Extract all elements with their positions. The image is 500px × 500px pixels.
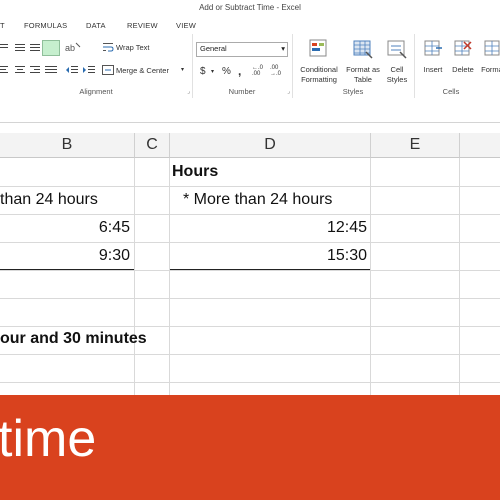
align-right-icon[interactable] xyxy=(29,65,41,75)
cell-styles-label-2: Styles xyxy=(386,75,408,84)
alignment-group-label: Alignment xyxy=(79,87,113,96)
gridline xyxy=(0,270,500,271)
title-bar: Add or Subtract Time - Excel xyxy=(0,0,500,18)
format-button[interactable]: Format xyxy=(478,38,500,75)
gridline xyxy=(169,158,170,398)
merge-dropdown-icon[interactable]: ▾ xyxy=(181,66,184,73)
svg-text:ab: ab xyxy=(65,43,75,53)
title-banner: time xyxy=(0,395,500,500)
gridline xyxy=(134,158,135,398)
cell-styles-button[interactable]: Cell Styles xyxy=(382,38,412,85)
insert-icon xyxy=(424,40,442,56)
conditional-formatting-label-2: Formatting xyxy=(301,75,337,84)
increase-decimal-button[interactable]: ←.0 .00 xyxy=(252,65,266,77)
merge-center-icon xyxy=(102,65,114,75)
currency-button[interactable]: $ xyxy=(200,66,206,77)
format-as-table-icon xyxy=(353,40,373,59)
chevron-down-icon: ▾ xyxy=(281,44,285,53)
banner-text: time xyxy=(0,410,97,468)
tab-view[interactable]: VIEW xyxy=(176,21,196,30)
align-bottom-selected-icon[interactable] xyxy=(42,40,60,56)
gridline xyxy=(0,242,500,243)
number-format-dropdown[interactable]: General ▾ xyxy=(196,42,288,57)
cell-styles-icon xyxy=(387,40,407,59)
conditional-formatting-label-1: Conditional xyxy=(300,65,338,74)
alignment-group: ab Wrap Text Merge & Center ▾ Alignment … xyxy=(0,34,193,98)
percent-button[interactable]: % xyxy=(222,66,231,77)
tab-layout[interactable]: T xyxy=(0,21,5,30)
align-justify-icon[interactable] xyxy=(44,65,58,75)
number-format-value: General xyxy=(200,44,227,53)
ribbon-tabs: T FORMULAS DATA REVIEW VIEW xyxy=(0,18,500,34)
cell-b-hour-minutes[interactable]: our and 30 minutes xyxy=(0,330,147,348)
format-label: Format xyxy=(481,65,500,74)
align-left-icon[interactable] xyxy=(0,65,10,75)
window-title: Add or Subtract Time - Excel xyxy=(199,3,301,12)
gridline xyxy=(0,186,500,187)
cell-b-time-1[interactable]: 6:45 xyxy=(0,219,130,237)
align-bottom-icon[interactable] xyxy=(29,42,41,52)
styles-group-label: Styles xyxy=(342,87,364,96)
merge-center-button[interactable]: Merge & Center xyxy=(116,66,169,75)
decrease-decimal-button[interactable]: .00 →.0 xyxy=(270,65,284,77)
column-header-e[interactable]: E xyxy=(371,133,460,158)
cell-d-note[interactable]: * More than 24 hours xyxy=(183,191,332,209)
number-dialog-launcher-icon[interactable]: ⌟ xyxy=(287,88,290,95)
number-group-label: Number xyxy=(228,87,256,96)
conditional-formatting-icon xyxy=(309,39,327,57)
decrease-indent-icon[interactable] xyxy=(65,65,79,75)
cell-border-bottom xyxy=(170,269,370,270)
gridline xyxy=(0,298,500,299)
column-header-f[interactable] xyxy=(460,133,500,158)
ribbon: ab Wrap Text Merge & Center ▾ Alignment … xyxy=(0,34,500,99)
gridline xyxy=(0,326,500,327)
cell-d-time-2[interactable]: 15:30 xyxy=(170,247,367,265)
delete-icon xyxy=(454,40,472,56)
tab-formulas[interactable]: FORMULAS xyxy=(24,21,67,30)
tab-data[interactable]: DATA xyxy=(86,21,106,30)
tab-review[interactable]: REVIEW xyxy=(127,21,158,30)
gridline xyxy=(370,158,371,398)
insert-button[interactable]: Insert xyxy=(418,38,448,75)
delete-button[interactable]: Delete xyxy=(448,38,478,75)
cell-b-time-2[interactable]: 9:30 xyxy=(0,247,130,265)
cells-group-label: Cells xyxy=(442,87,460,96)
format-as-table-label-2: Table xyxy=(354,75,372,84)
cell-border-bottom xyxy=(0,269,134,270)
format-as-table-button[interactable]: Format as Table xyxy=(344,38,382,85)
increase-indent-icon[interactable] xyxy=(82,65,96,75)
align-middle-icon[interactable] xyxy=(14,42,26,52)
wrap-text-button[interactable]: Wrap Text xyxy=(116,43,150,52)
column-header-b[interactable]: B xyxy=(0,133,135,158)
column-header-d[interactable]: D xyxy=(170,133,371,158)
orientation-icon[interactable]: ab xyxy=(65,41,81,53)
cell-b-note[interactable]: than 24 hours xyxy=(0,191,98,209)
cells-group: Insert Delete Format Cells xyxy=(414,34,500,98)
align-center-icon[interactable] xyxy=(14,65,26,75)
worksheet-grid: B C D E Hours than 24 hours * More than … xyxy=(0,123,500,423)
styles-group: Conditional Formatting Format as Table C… xyxy=(292,34,415,98)
number-group: General ▾ $ ▾ % , ←.0 .00 .00 →.0 Number… xyxy=(192,34,293,98)
cell-d-time-1[interactable]: 12:45 xyxy=(170,219,367,237)
comma-button[interactable]: , xyxy=(238,64,241,78)
column-header-c[interactable]: C xyxy=(135,133,170,158)
gridline xyxy=(0,382,500,383)
format-icon xyxy=(484,40,500,56)
format-as-table-label-1: Format as xyxy=(346,65,380,74)
formula-bar[interactable] xyxy=(0,98,500,123)
gridline xyxy=(459,158,460,398)
wrap-text-icon xyxy=(103,43,114,52)
gridline xyxy=(0,354,500,355)
insert-label: Insert xyxy=(423,65,443,74)
cell-d-hours-heading[interactable]: Hours xyxy=(172,163,218,181)
cell-styles-label-1: Cell xyxy=(390,65,404,74)
conditional-formatting-button[interactable]: Conditional Formatting xyxy=(294,38,344,85)
align-top-icon[interactable] xyxy=(0,42,10,52)
alignment-dialog-launcher-icon[interactable]: ⌟ xyxy=(187,88,190,95)
delete-label: Delete xyxy=(452,65,474,74)
currency-dropdown-icon[interactable]: ▾ xyxy=(211,68,214,75)
gridline xyxy=(0,214,500,215)
